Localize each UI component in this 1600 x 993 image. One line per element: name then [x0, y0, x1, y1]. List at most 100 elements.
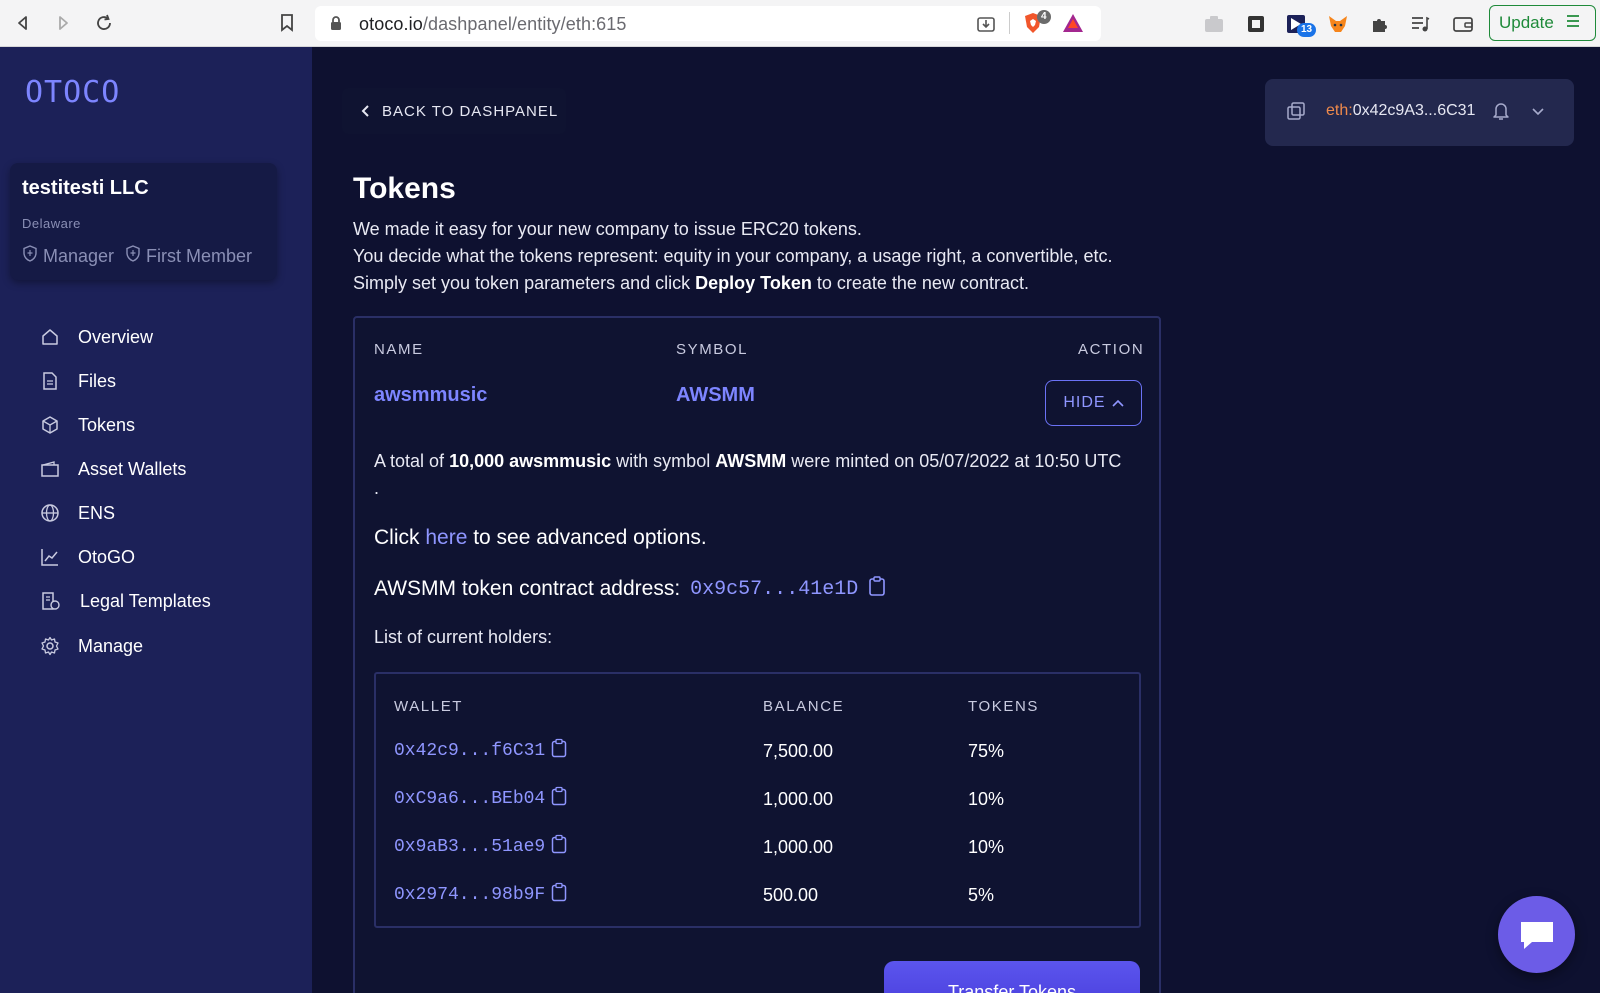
advanced-options-link[interactable]: here — [425, 526, 467, 549]
reload-icon[interactable] — [93, 12, 115, 34]
intro-line: Simply set you token parameters and clic… — [353, 273, 1029, 293]
contract-address-link[interactable]: 0x9c57...41e1D — [690, 578, 858, 601]
company-card[interactable]: testitesti LLC Delaware Manager First Me… — [10, 163, 277, 280]
holders-label: List of current holders: — [374, 627, 553, 647]
chevron-up-icon — [1112, 399, 1124, 407]
holders-table: WALLET BALANCE TOKENS 0x42c9...f6C31 7,5… — [374, 672, 1141, 928]
chat-button[interactable] — [1498, 896, 1575, 973]
hide-button[interactable]: HIDE — [1045, 380, 1142, 426]
contract-address-row: AWSMM token contract address: 0x9c57...4… — [374, 575, 886, 603]
holder-tokens: 75% — [968, 741, 1005, 761]
holder-balance: 1,000.00 — [763, 789, 834, 809]
holder-wallet-link[interactable]: 0xC9a6...BEb04 — [394, 789, 545, 809]
bell-icon[interactable] — [1492, 101, 1510, 126]
transfer-label: Transfer Tokens — [947, 982, 1077, 993]
holders-header-balance: BALANCE — [763, 698, 845, 715]
sidebar-item-manage[interactable]: Manage — [40, 631, 143, 661]
flag-extension-icon[interactable]: 13 — [1284, 12, 1317, 37]
holder-wallet: 0x42c9...f6C31 — [394, 738, 567, 764]
company-state: Delaware — [22, 216, 81, 231]
column-header-action: ACTION — [1078, 341, 1145, 358]
globe-icon — [41, 504, 59, 522]
chevron-down-icon[interactable] — [1531, 104, 1545, 122]
holder-wallet-link[interactable]: 0x42c9...f6C31 — [394, 741, 545, 761]
cube-icon — [42, 416, 58, 434]
update-button[interactable]: Update — [1489, 5, 1596, 41]
mint-summary: A total of 10,000 awsmmusic with symbol … — [374, 451, 1122, 498]
sidebar-item-tokens[interactable]: Tokens — [40, 410, 135, 440]
wallet-connection[interactable]: eth:0x42c9A3...6C31 — [1265, 79, 1574, 146]
shield-icon — [125, 245, 141, 267]
back-arrow-icon[interactable] — [12, 12, 34, 34]
otoco-logo[interactable]: OTOCO — [25, 75, 120, 110]
sidebar: OTOCO testitesti LLC Delaware Manager Fi… — [0, 47, 312, 993]
update-label: Update — [1499, 13, 1554, 32]
clipboard-icon[interactable] — [551, 738, 567, 764]
clipboard-icon[interactable] — [868, 575, 886, 603]
sidebar-item-overview[interactable]: Overview — [40, 322, 153, 352]
gear-icon — [41, 636, 59, 656]
holder-wallet-link[interactable]: 0x2974...98b9F — [394, 885, 545, 905]
install-icon[interactable] — [976, 14, 996, 39]
sidebar-item-label: ENS — [78, 502, 116, 523]
clipboard-icon[interactable] — [551, 834, 567, 860]
forward-arrow-icon[interactable] — [52, 12, 74, 34]
table-row: 0x9aB3...51ae9 1,000.00 10% — [376, 834, 1139, 864]
wallet-icon — [41, 461, 59, 477]
extension-badge: 13 — [1297, 23, 1317, 37]
file-icon — [43, 372, 57, 390]
holder-wallet: 0x2974...98b9F — [394, 882, 567, 908]
sidebar-item-legal-templates[interactable]: Legal Templates — [40, 586, 211, 616]
square-extension-icon[interactable] — [1244, 12, 1268, 36]
chat-bubble-icon — [1520, 921, 1553, 949]
bookmark-icon[interactable] — [276, 12, 298, 34]
sidebar-item-otogo[interactable]: OtoGO — [40, 542, 135, 572]
holder-tokens: 5% — [968, 885, 995, 905]
lock-icon — [330, 16, 342, 36]
clipboard-icon[interactable] — [551, 882, 567, 908]
sidebar-item-label: Overview — [78, 326, 154, 347]
document-icon — [42, 592, 60, 610]
table-row: 0x2974...98b9F 500.00 5% — [376, 882, 1139, 912]
holder-wallet: 0xC9a6...BEb04 — [394, 786, 567, 812]
holders-header-wallet: WALLET — [394, 698, 464, 715]
role-first-member: First Member — [146, 245, 253, 266]
brave-shield-icon[interactable]: 4 — [1023, 10, 1051, 39]
sidebar-item-asset-wallets[interactable]: Asset Wallets — [40, 454, 186, 484]
clipboard-icon[interactable] — [551, 786, 567, 812]
back-to-dashpanel-button[interactable]: BACK TO DASHPANEL — [342, 88, 566, 134]
browser-toolbar: otoco.io/dashpanel/entity/eth:615 4 13 U… — [0, 0, 1600, 47]
wallet-icon[interactable] — [1451, 12, 1475, 36]
metamask-icon[interactable] — [1326, 12, 1350, 36]
sidebar-item-label: Manage — [78, 635, 144, 656]
sidebar-item-ens[interactable]: ENS — [40, 498, 115, 528]
sidebar-item-label: Tokens — [78, 414, 136, 435]
page-title: Tokens — [353, 172, 456, 205]
sidebar-item-label: OtoGO — [78, 546, 136, 567]
address-bar[interactable]: otoco.io/dashpanel/entity/eth:615 4 — [315, 6, 1101, 41]
intro-text: We made it easy for your new company to … — [353, 216, 1173, 297]
holder-tokens: 10% — [968, 837, 1005, 857]
holder-balance: 7,500.00 — [763, 741, 834, 761]
sidebar-item-label: Asset Wallets — [78, 458, 187, 479]
puzzle-icon[interactable] — [1368, 12, 1392, 36]
advanced-options-text: Click here to see advanced options. — [374, 526, 707, 549]
column-header-name: NAME — [374, 341, 424, 358]
holder-balance: 1,000.00 — [763, 837, 834, 857]
back-label: BACK TO DASHPANEL — [382, 102, 559, 120]
chart-icon — [41, 549, 58, 566]
copy-windows-icon[interactable] — [1286, 101, 1306, 126]
sidebar-item-files[interactable]: Files — [40, 366, 116, 396]
extension-icon[interactable] — [1202, 12, 1226, 36]
role-manager: Manager — [43, 245, 115, 266]
transfer-tokens-button[interactable]: Transfer Tokens — [884, 961, 1140, 993]
playlist-icon[interactable] — [1408, 12, 1432, 36]
holder-balance: 500.00 — [763, 885, 819, 905]
chevron-left-icon — [361, 105, 369, 117]
brave-badge: 4 — [1037, 10, 1051, 24]
holder-wallet-link[interactable]: 0x9aB3...51ae9 — [394, 837, 545, 857]
bat-rewards-icon[interactable] — [1062, 13, 1084, 38]
company-name: testitesti LLC — [22, 177, 149, 199]
home-icon — [42, 329, 58, 345]
sidebar-item-label: Files — [78, 370, 117, 391]
